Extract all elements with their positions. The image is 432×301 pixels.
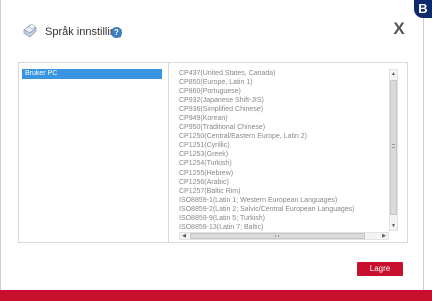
settings-panel: Bruker PC CP437(United States, Canada) CP… [18,62,408,243]
printer-settings-icon [21,22,39,40]
scroll-down-arrow-icon[interactable]: ▼ [390,222,397,230]
codepage-item[interactable]: ISO8859-2(Latin 2; Salvic/Central Europe… [179,205,389,214]
device-list: Bruker PC [19,63,169,242]
codepage-item[interactable]: CP1256(Arabic) [179,178,389,187]
codepage-item[interactable]: CP1253(Greek) [179,150,389,159]
codepage-item[interactable]: CP950(Traditional Chinese) [179,123,389,132]
codepage-list[interactable]: CP437(United States, Canada) CP850(Europe… [179,69,389,231]
codepage-item[interactable]: CP1251(Cyrillic) [179,141,389,150]
codepage-item[interactable]: CP936(Simplified Chinese) [179,105,389,114]
codepage-item[interactable]: CP949(Korean) [179,114,389,123]
codepage-item[interactable]: CP1257(Baltic Rim) [179,187,389,196]
codepage-item[interactable]: ISO8859-1(Latin 1; Western European Lang… [179,196,389,205]
grip-icon [275,235,279,237]
scroll-right-arrow-icon[interactable]: ▶ [380,233,388,239]
help-icon[interactable]: ? [111,27,122,38]
codepage-item[interactable]: CP1250(Central/Eastern Europe, Latin 2) [179,132,389,141]
save-button[interactable]: Lagre [357,262,403,276]
codepage-item[interactable]: CP437(United States, Canada) [179,69,389,78]
grip-icon [392,144,395,148]
device-item-bruker-pc[interactable]: Bruker PC [22,69,162,79]
language-settings-dialog: Språk innstilling ? X Bruker PC CP437(Un… [0,0,424,301]
dialog-header: Språk innstilling ? X [1,0,425,60]
scroll-left-arrow-icon[interactable]: ◀ [180,233,188,239]
codepage-item[interactable]: CP860(Portuguese) [179,87,389,96]
horizontal-scrollbar[interactable]: ◀ ▶ [179,232,389,240]
codepage-item[interactable]: CP932(Japanese Shift-JIS) [179,96,389,105]
codepage-item[interactable]: CP1254(Turkish) [179,159,389,168]
horizontal-scroll-thumb[interactable] [190,233,365,239]
vertical-scrollbar[interactable]: ▲ ▼ [389,69,398,231]
bottom-accent-bar [0,290,432,301]
codepage-item[interactable]: ISO8859-9(Latin 5; Turkish) [179,214,389,223]
vertical-scroll-thumb[interactable] [390,80,397,215]
codepage-item[interactable]: ISO8859-13(Latin 7; Baltic) [179,223,389,231]
corner-badge: B [414,0,432,18]
codepage-item[interactable]: CP1255(Hebrew) [179,169,389,178]
close-button[interactable]: X [391,19,407,39]
scroll-up-arrow-icon[interactable]: ▲ [390,70,397,78]
codepage-pane: CP437(United States, Canada) CP850(Europe… [169,63,407,242]
codepage-item[interactable]: CP850(Europe, Latin 1) [179,78,389,87]
